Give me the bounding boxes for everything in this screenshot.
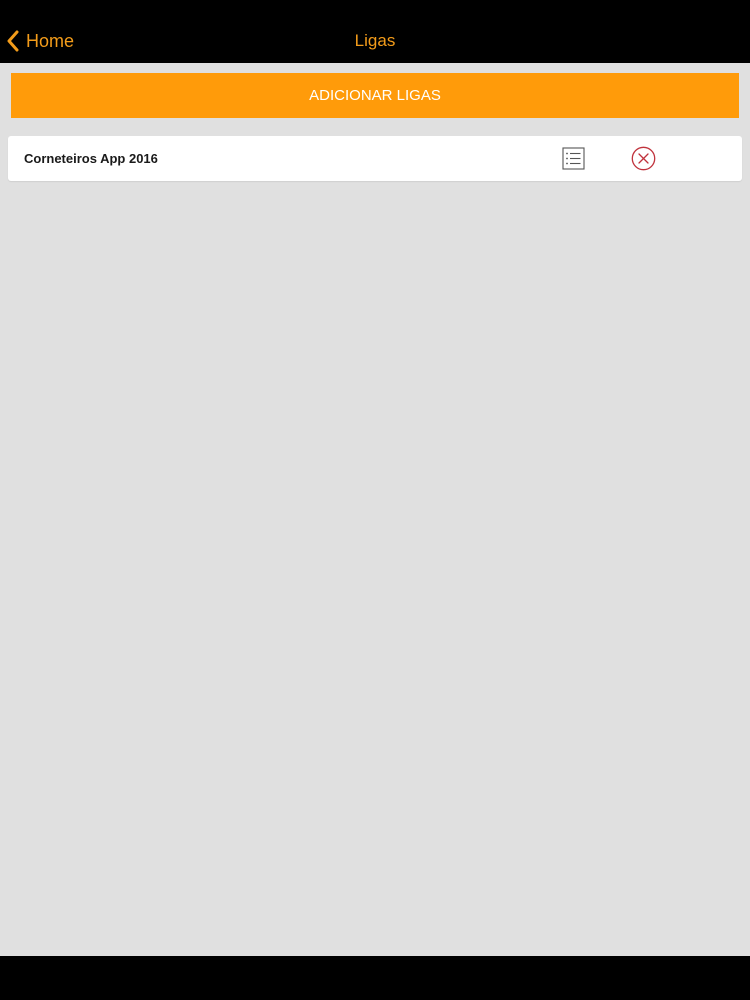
bottom-bar xyxy=(0,956,750,1000)
league-row: Corneteiros App 2016 xyxy=(8,136,742,181)
league-list: Corneteiros App 2016 xyxy=(8,136,742,181)
leagues-screen: Home Ligas ADICIONAR LIGAS Corneteiros A… xyxy=(0,0,750,1000)
navigation-bar: Home Ligas xyxy=(0,0,750,63)
league-name: Corneteiros App 2016 xyxy=(24,151,158,166)
close-circle-icon[interactable] xyxy=(631,146,656,171)
page-title: Ligas xyxy=(354,31,396,50)
list-icon[interactable] xyxy=(562,147,585,170)
add-leagues-button[interactable]: ADICIONAR LIGAS xyxy=(11,73,739,118)
